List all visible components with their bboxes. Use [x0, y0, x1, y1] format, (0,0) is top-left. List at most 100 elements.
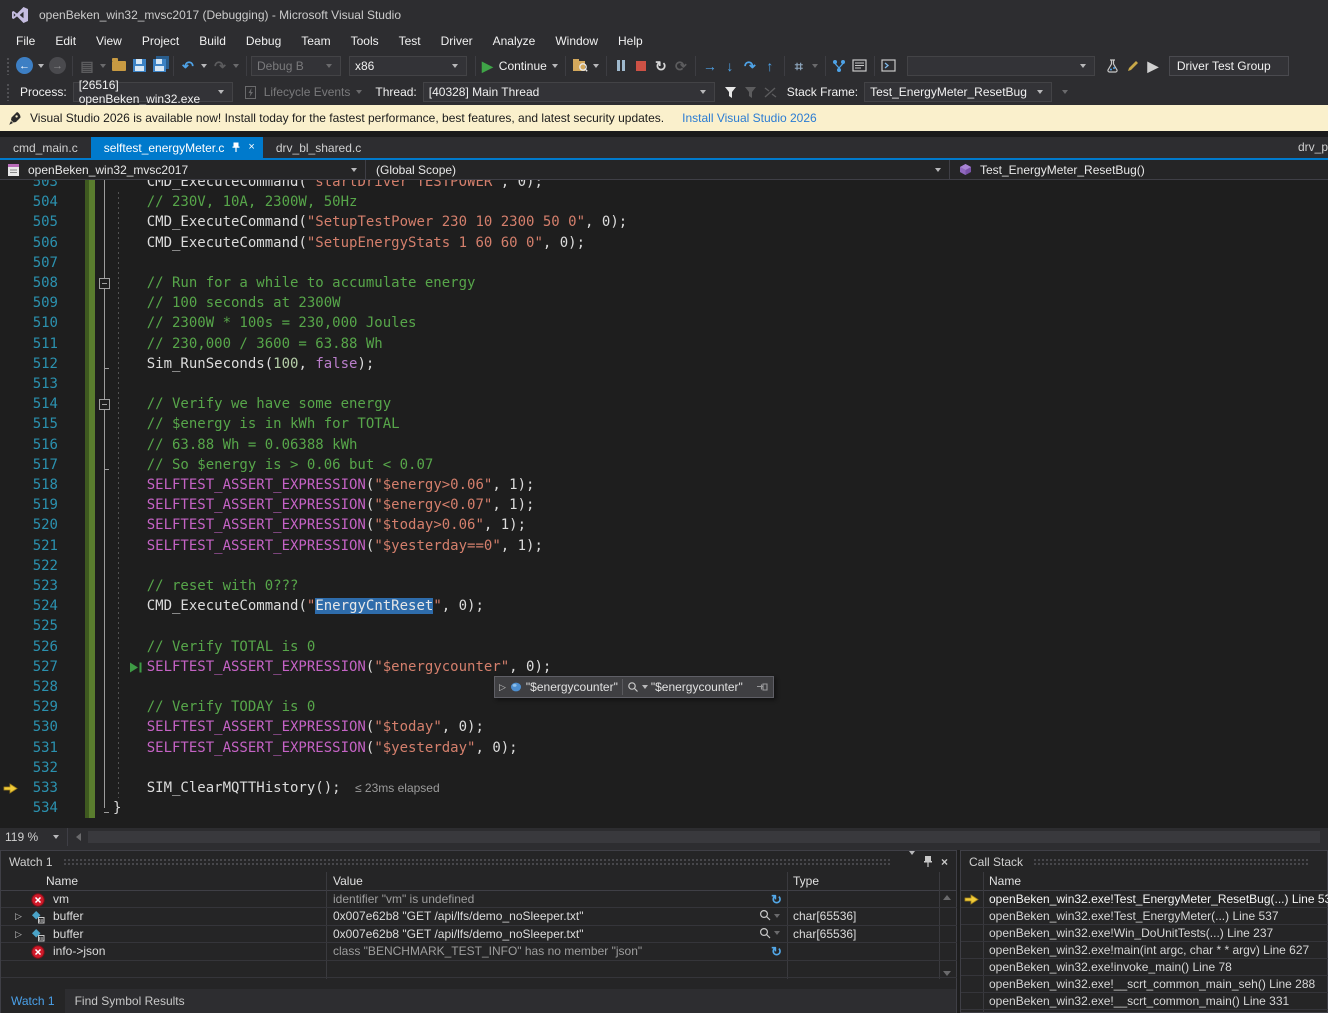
- callstack-frame[interactable]: openBeken_win32.exe!invoke_main() Line 7…: [961, 959, 1328, 976]
- process-combo[interactable]: [26516] openBeken_win32.exe: [73, 82, 233, 102]
- parallel-stacks-button[interactable]: [830, 54, 850, 78]
- menu-test[interactable]: Test: [389, 30, 431, 52]
- watch-title-bar[interactable]: Watch 1 ×: [1, 851, 956, 872]
- code-text[interactable]: // 230V, 10A, 2300W, 50Hz: [113, 192, 357, 212]
- callstack-frame[interactable]: openBeken_win32.exe!Win_DoUnitTests(...)…: [961, 925, 1328, 942]
- project-dropdown[interactable]: openBeken_win32_mvsc2017: [0, 160, 366, 179]
- install-vs-link[interactable]: Install Visual Studio 2026: [682, 111, 817, 125]
- code-line-530[interactable]: 530 SELFTEST_ASSERT_EXPRESSION("$today",…: [0, 717, 1328, 737]
- line-number[interactable]: 521: [0, 536, 58, 556]
- navigate-forward-button[interactable]: →: [47, 54, 68, 78]
- tab-pin-icon[interactable]: [232, 142, 240, 153]
- code-line-517[interactable]: 517 // So $energy is > 0.06 but < 0.07: [0, 455, 1328, 475]
- new-file-button[interactable]: ▤: [77, 54, 97, 78]
- code-line-516[interactable]: 516 // 63.88 Wh = 0.06388 kWh: [0, 435, 1328, 455]
- code-line-503[interactable]: 503 CMD_ExecuteCommand("startDriver TEST…: [0, 180, 1328, 192]
- callstack-frame[interactable]: openBeken_win32.exe!Test_EnergyMeter(...…: [961, 908, 1328, 925]
- watch-scroll-up-icon[interactable]: [943, 895, 951, 900]
- show-next-statement-button[interactable]: →: [700, 54, 720, 78]
- line-number[interactable]: 514: [0, 394, 58, 414]
- watch-pin-icon[interactable]: [923, 855, 933, 868]
- code-text[interactable]: CMD_ExecuteCommand("SetupEnergyStats 1 6…: [113, 233, 585, 253]
- menu-team[interactable]: Team: [291, 30, 340, 52]
- line-number[interactable]: 532: [0, 758, 58, 778]
- new-file-dropdown[interactable]: [100, 64, 106, 68]
- code-line-534[interactable]: 534}: [0, 798, 1328, 818]
- memory-window-button[interactable]: [850, 54, 870, 78]
- stop-debugging-button[interactable]: [631, 54, 651, 78]
- tab-overflow-partial[interactable]: drv_p: [1298, 137, 1328, 158]
- code-text[interactable]: // reset with 0???: [113, 576, 298, 596]
- code-line-522[interactable]: 522: [0, 556, 1328, 576]
- watch-row[interactable]: [1, 961, 957, 978]
- code-line-525[interactable]: 525: [0, 616, 1328, 636]
- menu-debug[interactable]: Debug: [236, 30, 291, 52]
- watch-name[interactable]: vm: [53, 891, 69, 908]
- watch-value[interactable]: 0x007e62b8 "GET /api/lfs/demo_noSleeper.…: [333, 908, 583, 925]
- line-number[interactable]: 507: [0, 253, 58, 273]
- code-text[interactable]: // 2300W * 100s = 230,000 Joules: [113, 313, 416, 333]
- code-text[interactable]: SELFTEST_ASSERT_EXPRESSION("$yesterday",…: [113, 738, 518, 758]
- toolbar-search-combo[interactable]: [907, 56, 1095, 76]
- hscroll-thumb[interactable]: [88, 831, 1320, 843]
- watch-row[interactable]: info->json class "BENCHMARK_TEST_INFO" ha…: [1, 943, 957, 960]
- code-line-521[interactable]: 521 SELFTEST_ASSERT_EXPRESSION("$yesterd…: [0, 536, 1328, 556]
- code-line-518[interactable]: 518 SELFTEST_ASSERT_EXPRESSION("$energy>…: [0, 475, 1328, 495]
- code-line-515[interactable]: 515 // $energy is in kWh for TOTAL: [0, 414, 1328, 434]
- line-number[interactable]: 529: [0, 697, 58, 717]
- continue-dropdown[interactable]: [552, 64, 558, 68]
- watch-name[interactable]: buffer: [53, 926, 83, 943]
- menu-view[interactable]: View: [86, 30, 132, 52]
- line-number[interactable]: 530: [0, 717, 58, 737]
- code-line-508[interactable]: 508 // Run for a while to accumulate ene…: [0, 273, 1328, 293]
- line-number[interactable]: 503: [0, 180, 58, 192]
- watch-close-icon[interactable]: ×: [941, 856, 948, 868]
- code-text[interactable]: }: [113, 798, 121, 818]
- bottom-tab-find-symbol-results[interactable]: Find Symbol Results: [65, 989, 195, 1013]
- code-line-519[interactable]: 519 SELFTEST_ASSERT_EXPRESSION("$energy<…: [0, 495, 1328, 515]
- code-text[interactable]: CMD_ExecuteCommand("SetupTestPower 230 1…: [113, 212, 627, 232]
- fold-collapse-box-icon[interactable]: [99, 278, 110, 289]
- line-number[interactable]: 509: [0, 293, 58, 313]
- watch-col-name[interactable]: Name: [46, 872, 78, 891]
- code-line-511[interactable]: 511 // 230,000 / 3600 = 63.88 Wh: [0, 334, 1328, 354]
- navigate-back-button[interactable]: ←: [14, 54, 35, 78]
- code-line-507[interactable]: 507: [0, 253, 1328, 273]
- editor-zoom-combo[interactable]: 119 %: [0, 828, 68, 846]
- intellitrace-button[interactable]: [570, 54, 590, 78]
- line-number[interactable]: 515: [0, 414, 58, 434]
- code-editor[interactable]: 503 CMD_ExecuteCommand("startDriver TEST…: [0, 180, 1328, 828]
- line-number[interactable]: 508: [0, 273, 58, 293]
- watch-row[interactable]: ▷buffer0x007e62b8 "GET /api/lfs/demo_noS…: [1, 926, 957, 943]
- datatip-magnifier-icon[interactable]: [627, 681, 639, 693]
- line-number[interactable]: 504: [0, 192, 58, 212]
- edit-test-group-button[interactable]: [1123, 54, 1143, 78]
- code-text[interactable]: SIM_ClearMQTTHistory();: [113, 778, 341, 798]
- code-line-526[interactable]: 526 // Verify TOTAL is 0: [0, 637, 1328, 657]
- text-visualizer-icon[interactable]: [759, 927, 783, 940]
- tab-selftest_energyMeter.c[interactable]: selftest_energyMeter.c×: [91, 137, 263, 158]
- tab-drv_bl_shared.c[interactable]: drv_bl_shared.c: [263, 137, 374, 158]
- step-into-button[interactable]: ↓: [720, 54, 740, 78]
- undo-dropdown[interactable]: [201, 64, 207, 68]
- code-text[interactable]: // So $energy is > 0.06 but < 0.07: [113, 455, 433, 475]
- step-over-button[interactable]: ↷: [740, 54, 760, 78]
- code-line-510[interactable]: 510 // 2300W * 100s = 230,000 Joules: [0, 313, 1328, 333]
- watch-name[interactable]: info->json: [53, 943, 105, 960]
- debugger-datatip[interactable]: ▷"$energycounter""$energycounter": [494, 676, 774, 698]
- perf-tip[interactable]: ≤ 23ms elapsed: [355, 781, 440, 795]
- code-line-532[interactable]: 532: [0, 758, 1328, 778]
- line-number[interactable]: 517: [0, 455, 58, 475]
- watch-value[interactable]: class "BENCHMARK_TEST_INFO" has no membe…: [333, 943, 642, 960]
- line-number[interactable]: 522: [0, 556, 58, 576]
- lifecycle-events-dropdown[interactable]: [356, 90, 362, 94]
- fold-collapse-box-icon[interactable]: [99, 399, 110, 410]
- datatip-visualizer-chevron[interactable]: [642, 685, 648, 689]
- line-number[interactable]: 506: [0, 233, 58, 253]
- code-text[interactable]: // 63.88 Wh = 0.06388 kWh: [113, 435, 357, 455]
- watch-value[interactable]: 0x007e62b8 "GET /api/lfs/demo_noSleeper.…: [333, 926, 583, 943]
- thread-combo[interactable]: [40328] Main Thread: [423, 82, 715, 102]
- line-number[interactable]: 512: [0, 354, 58, 374]
- code-line-513[interactable]: 513: [0, 374, 1328, 394]
- callstack-frame[interactable]: openBeken_win32.exe!main(int argc, char …: [961, 942, 1328, 959]
